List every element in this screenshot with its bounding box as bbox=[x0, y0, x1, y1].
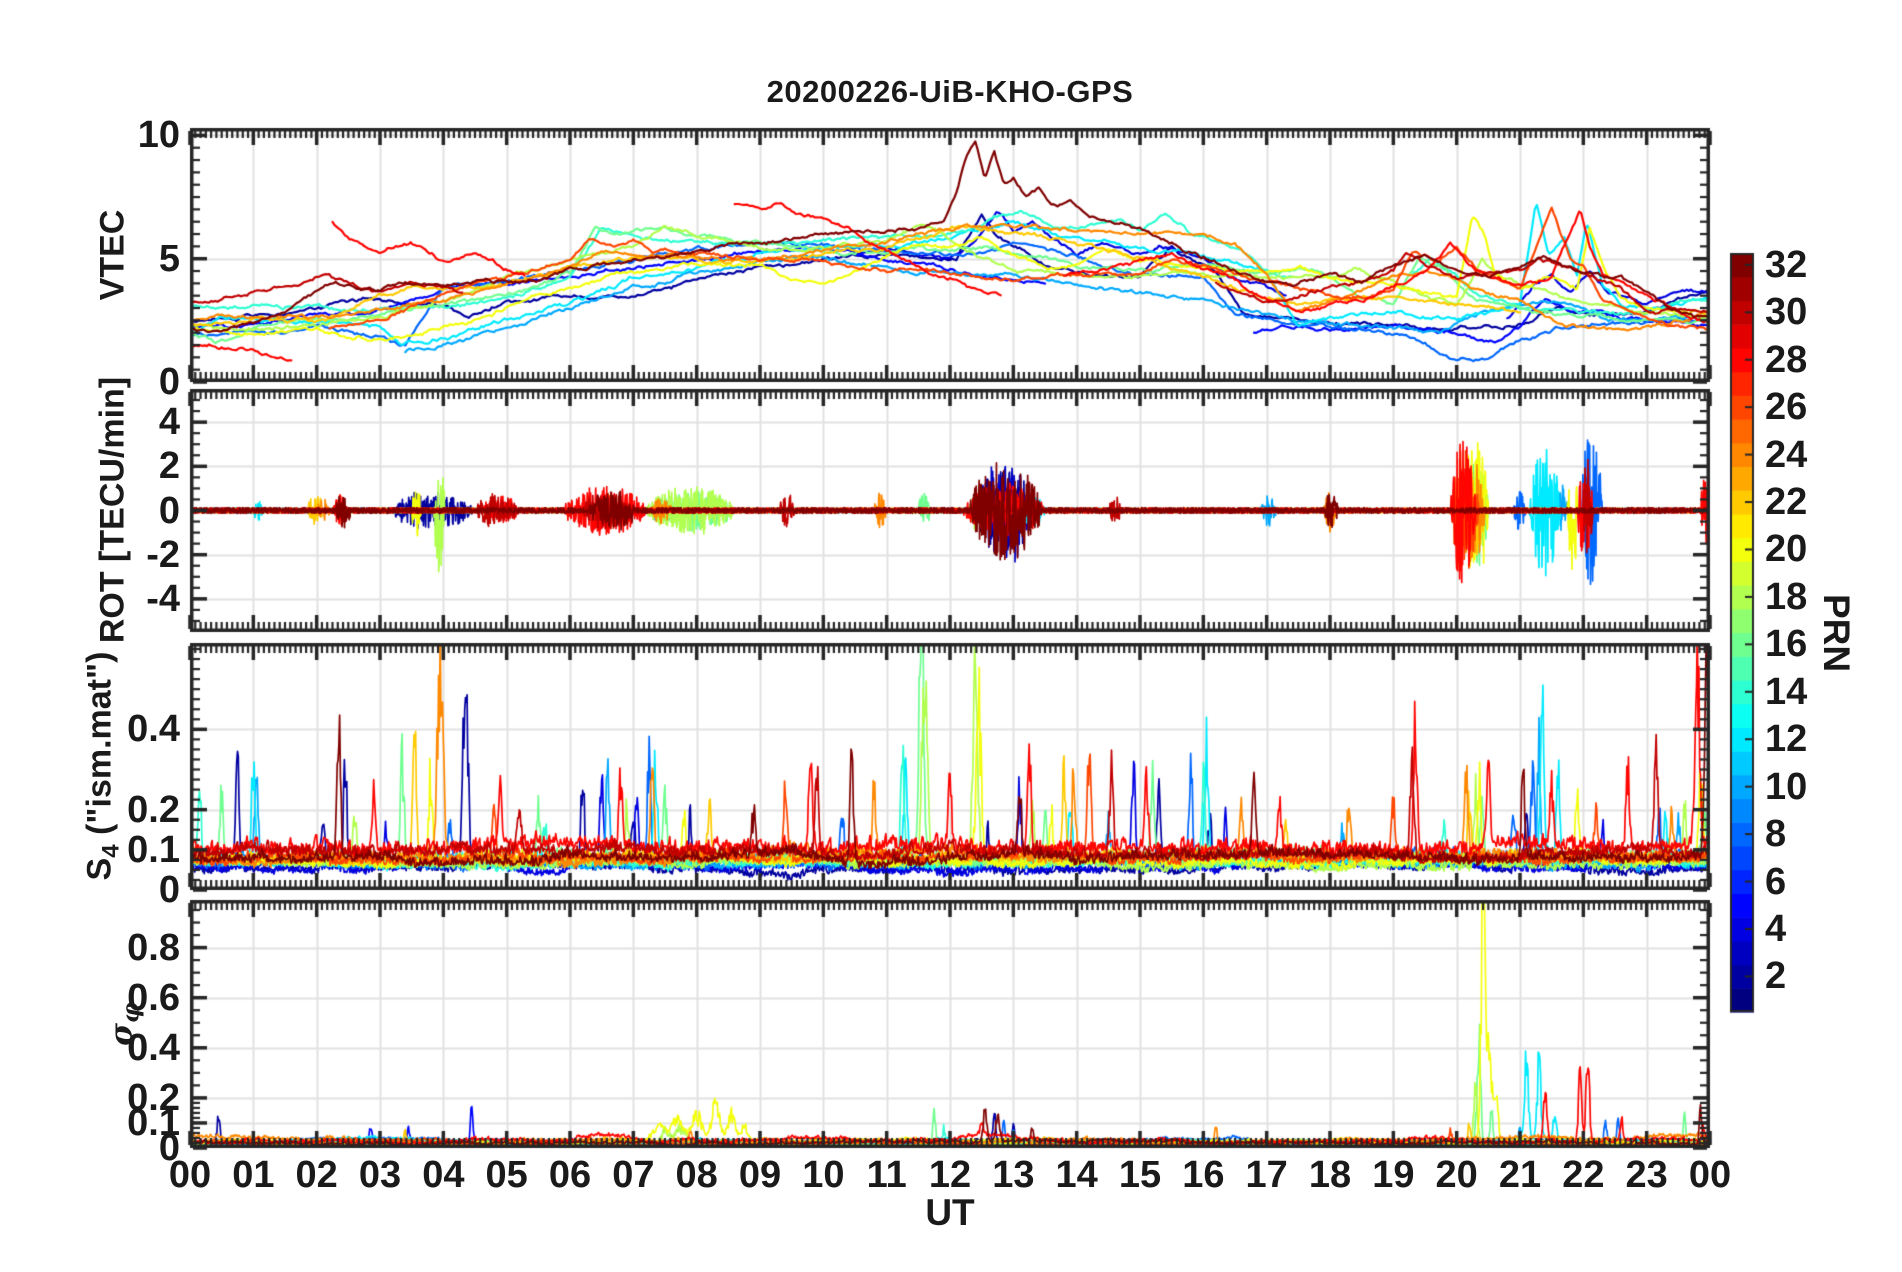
y-tick-label: 0.4 bbox=[127, 1026, 180, 1069]
colorbar-tick-label: 16 bbox=[1765, 623, 1808, 666]
y-tick-label: -2 bbox=[146, 533, 180, 576]
colorbar-tick-label: 24 bbox=[1765, 433, 1808, 476]
y-tick-label: 0.8 bbox=[127, 926, 180, 969]
colorbar-tick-label: 12 bbox=[1765, 718, 1808, 761]
y-tick-label: 0.2 bbox=[127, 788, 180, 831]
y-tick-label: 4 bbox=[158, 401, 180, 444]
colorbar-label: PRN bbox=[1816, 593, 1857, 673]
colorbar-tick-label: 32 bbox=[1765, 243, 1808, 286]
colorbar-tick-label: 2 bbox=[1765, 955, 1787, 998]
y-tick-label: 10 bbox=[137, 114, 180, 157]
colorbar-tick-label: 20 bbox=[1765, 528, 1808, 571]
y-tick-label: -4 bbox=[146, 577, 180, 620]
colorbar-tick-label: 14 bbox=[1765, 670, 1808, 713]
y-tick-label: 0 bbox=[158, 489, 180, 532]
colorbar-tick-label: 30 bbox=[1765, 291, 1808, 334]
colorbar-tick-label: 8 bbox=[1765, 813, 1787, 856]
chart-canvas bbox=[0, 0, 1902, 1272]
y-tick-label: 0 bbox=[158, 869, 180, 911]
colorbar-tick-label: 4 bbox=[1765, 907, 1787, 950]
y-tick-label: 0.1 bbox=[127, 828, 180, 871]
chart-title: 20200226-UiB-KHO-GPS bbox=[766, 74, 1134, 109]
figure: 20200226-UiB-KHO-GPS VTEC ROT [TECU/min]… bbox=[0, 0, 1902, 1272]
colorbar-tick-label: 10 bbox=[1765, 765, 1808, 808]
y-tick-label: 5 bbox=[158, 237, 180, 280]
y-tick-label: 0.2 bbox=[127, 1076, 180, 1119]
x-axis-label: UT bbox=[925, 1192, 975, 1233]
x-tick-label: 00 bbox=[1688, 1154, 1732, 1196]
colorbar-tick-label: 28 bbox=[1765, 338, 1808, 381]
y-tick-label: 0.4 bbox=[127, 708, 180, 751]
y-tick-label: 0.6 bbox=[127, 976, 180, 1019]
colorbar-tick-label: 6 bbox=[1765, 860, 1787, 903]
colorbar-tick-label: 26 bbox=[1765, 386, 1808, 429]
y-tick-label: 2 bbox=[158, 445, 180, 488]
y-tick-label: 0 bbox=[158, 361, 180, 403]
colorbar-tick-label: 18 bbox=[1765, 575, 1808, 618]
colorbar-tick-label: 22 bbox=[1765, 481, 1808, 524]
